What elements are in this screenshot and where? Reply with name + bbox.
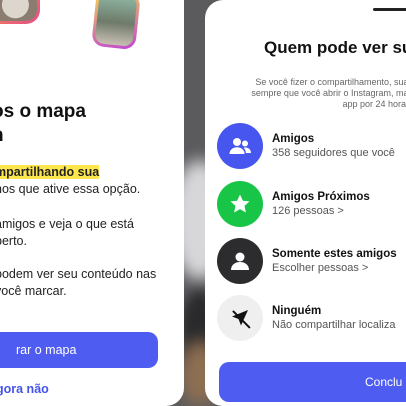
person-icon <box>217 238 263 284</box>
story-thumbnail <box>91 0 141 51</box>
option-sublabel: Não compartilhar localiza <box>272 319 396 331</box>
friends-icon <box>217 123 263 169</box>
option-only-these-friends[interactable]: Somente estes amigos Escolher pessoas > <box>217 238 406 284</box>
info-item-sharing: mpartilhando sua nos que ative essa opçã… <box>0 164 175 198</box>
highlighted-text: mpartilhando sua <box>0 165 100 179</box>
option-sublabel: 126 pessoas > <box>272 205 344 217</box>
map-intro-screen: os o mapa n mpartilhando sua nos que ati… <box>0 0 184 406</box>
not-now-link[interactable]: gora não <box>0 382 49 396</box>
explore-map-button[interactable]: rar o mapa <box>0 332 158 368</box>
info-item-friends: amigos e veja o que está perto. <box>0 217 134 248</box>
option-nobody[interactable]: Ninguém Não compartilhar localiza <box>217 295 406 341</box>
option-sublabel: Escolher pessoas > <box>272 262 369 274</box>
location-off-icon <box>217 295 263 341</box>
info-item-tagging: podem ver seu conteúdo nas você marcar. <box>0 267 157 298</box>
option-label: Amigos Próximos <box>272 191 370 203</box>
sheet-grabber[interactable] <box>373 8 406 11</box>
option-close-friends[interactable]: Amigos Próximos 126 pessoas > <box>217 181 406 227</box>
option-label: Amigos <box>272 133 315 145</box>
sheet-description: Se você fizer o compartilhamento, sua l … <box>251 77 406 109</box>
who-can-see-sheet: Quem pode ver su Se você fizer o compart… <box>205 0 406 406</box>
sheet-title: Quem pode ver su <box>264 38 406 57</box>
option-friends[interactable]: Amigos 358 seguidores que você <box>217 123 406 169</box>
option-label: Somente estes amigos <box>272 248 397 260</box>
story-thumbnail <box>0 0 40 24</box>
page-title: os o mapa n <box>0 101 86 146</box>
done-button[interactable]: Conclu <box>219 362 406 402</box>
option-sublabel: 358 seguidores que você <box>272 147 395 159</box>
star-icon <box>217 181 263 227</box>
option-label: Ninguém <box>272 305 322 317</box>
